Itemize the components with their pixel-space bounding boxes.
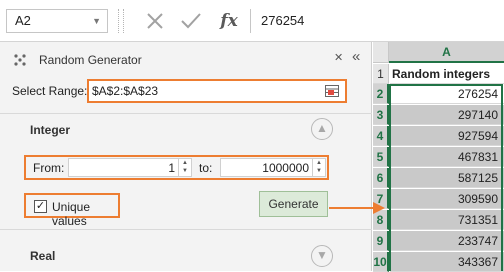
section-title-integer: Integer	[30, 123, 71, 137]
table-cell[interactable]: 309590	[390, 189, 504, 209]
random-generator-pane: Random Generator ✕ « Select Range: $A$2:…	[0, 42, 372, 271]
unique-values-checkbox[interactable]: ✓	[34, 200, 47, 213]
table-cell[interactable]: 233747	[390, 231, 504, 251]
checkmark-icon[interactable]	[176, 8, 206, 34]
cancel-x-icon[interactable]	[140, 8, 170, 34]
chevron-up-icon[interactable]: ▲	[311, 118, 333, 140]
chevron-down-icon[interactable]: ▼	[311, 245, 333, 267]
range-picker-icon[interactable]	[325, 85, 339, 97]
from-value: 1	[168, 161, 175, 175]
pane-title: Random Generator	[39, 53, 142, 67]
spin-arrows-icon[interactable]: ▲ ▼	[312, 159, 325, 176]
row-header[interactable]: 10	[373, 252, 389, 272]
row-header[interactable]: 4	[373, 126, 389, 146]
section-title-real: Real	[30, 249, 56, 263]
table-cell[interactable]: 467831	[390, 147, 504, 167]
table-cell[interactable]: 276254	[390, 84, 504, 104]
dice-icon	[14, 54, 26, 66]
table-cell[interactable]: 297140	[390, 105, 504, 125]
spin-arrows-icon[interactable]: ▲ ▼	[178, 159, 191, 176]
row-header[interactable]: 5	[373, 147, 389, 167]
to-label: to:	[199, 161, 213, 175]
row-header[interactable]: 2	[373, 84, 389, 104]
name-box[interactable]: A2 ▼	[6, 9, 108, 33]
formula-bar-separator	[118, 9, 124, 33]
row-header[interactable]: 9	[373, 231, 389, 251]
from-to-group: From: 1 ▲ ▼ to: 1000000 ▲ ▼	[24, 155, 329, 180]
name-box-value: A2	[15, 13, 31, 28]
row-header[interactable]: 3	[373, 105, 389, 125]
to-stepper[interactable]: 1000000 ▲ ▼	[220, 158, 326, 177]
to-value: 1000000	[262, 161, 309, 175]
select-range-label: Select Range:	[12, 84, 88, 98]
table-cell[interactable]: 343367	[390, 252, 504, 272]
generate-button[interactable]: Generate	[259, 191, 328, 217]
chevron-down-icon[interactable]: ▼	[92, 10, 101, 32]
worksheet: A 1 Random integers 2 276254 3 297140 4 …	[373, 42, 504, 272]
table-cell[interactable]: 731351	[390, 210, 504, 230]
pin-icon[interactable]: ✕	[334, 51, 343, 64]
select-all-corner[interactable]	[373, 42, 389, 63]
row-header[interactable]: 6	[373, 168, 389, 188]
header-cell[interactable]: Random integers	[390, 64, 504, 84]
from-stepper[interactable]: 1 ▲ ▼	[68, 158, 192, 177]
section-divider	[0, 229, 372, 230]
select-range-field[interactable]: $A$2:$A$23	[87, 79, 347, 103]
row-header[interactable]: 1	[373, 64, 389, 84]
section-divider	[0, 113, 372, 114]
select-range-value: $A$2:$A$23	[92, 84, 159, 98]
arrow-right-icon	[329, 202, 385, 214]
formula-input[interactable]: 276254	[250, 9, 504, 33]
column-header-a[interactable]: A	[389, 42, 504, 63]
table-cell[interactable]: 927594	[390, 126, 504, 146]
collapse-icon[interactable]: «	[352, 48, 360, 65]
formula-bar: A2 ▼ fx 276254	[0, 0, 504, 42]
table-cell[interactable]: 587125	[390, 168, 504, 188]
insert-function-button[interactable]: fx	[213, 8, 245, 34]
unique-values-group: ✓ Unique values	[24, 193, 120, 228]
pane-header: Random Generator ✕ «	[0, 48, 372, 74]
from-label: From:	[33, 161, 65, 175]
unique-values-label: Unique values	[52, 200, 91, 228]
